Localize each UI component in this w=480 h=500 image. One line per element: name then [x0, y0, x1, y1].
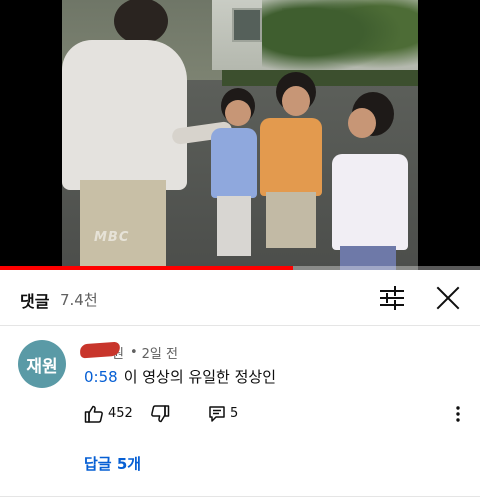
- comment-body: 0:58 이 영상의 유일한 정상인: [84, 366, 276, 387]
- like-count: 452: [108, 406, 133, 421]
- comments-count: 7.4천: [60, 291, 98, 309]
- more-options-button[interactable]: [450, 404, 466, 424]
- redaction-scribble: [79, 341, 121, 358]
- reply-count: 5: [230, 406, 239, 421]
- sort-filter-icon: [380, 286, 404, 310]
- more-vert-icon: [456, 406, 460, 422]
- bottom-divider: [0, 496, 480, 497]
- author-name[interactable]: 원: [79, 341, 124, 362]
- video-frame: MBC: [62, 0, 418, 270]
- close-button[interactable]: [434, 284, 462, 312]
- broadcaster-watermark: MBC: [94, 230, 130, 245]
- sort-filter-button[interactable]: [378, 284, 406, 312]
- view-replies-link[interactable]: 답글 5개: [84, 453, 141, 474]
- comment-time: 2일 전: [141, 346, 178, 362]
- meta-separator: •: [129, 344, 138, 360]
- comment-actions: 452 5: [84, 402, 474, 426]
- close-icon: [436, 286, 460, 310]
- scene-trees: [262, 0, 418, 80]
- child-figure-3: [324, 92, 418, 270]
- comment-meta: 원 • 2일 전: [79, 341, 178, 362]
- comments-title: 댓글: [20, 292, 50, 311]
- timestamp-link[interactable]: 0:58: [84, 368, 118, 386]
- comment-text: 이 영상의 유일한 정상인: [123, 368, 276, 386]
- dislike-button[interactable]: [150, 404, 170, 424]
- comments-header: 댓글 7.4천: [0, 270, 480, 326]
- like-button[interactable]: [84, 404, 104, 424]
- thumbs-down-icon: [151, 405, 170, 423]
- thumbs-up-icon: [84, 405, 103, 423]
- avatar[interactable]: 재원: [18, 340, 66, 388]
- reply-comment-icon: [209, 406, 225, 422]
- child-figure-2: [252, 72, 330, 268]
- reply-button[interactable]: [208, 405, 226, 423]
- video-player[interactable]: MBC: [0, 0, 480, 270]
